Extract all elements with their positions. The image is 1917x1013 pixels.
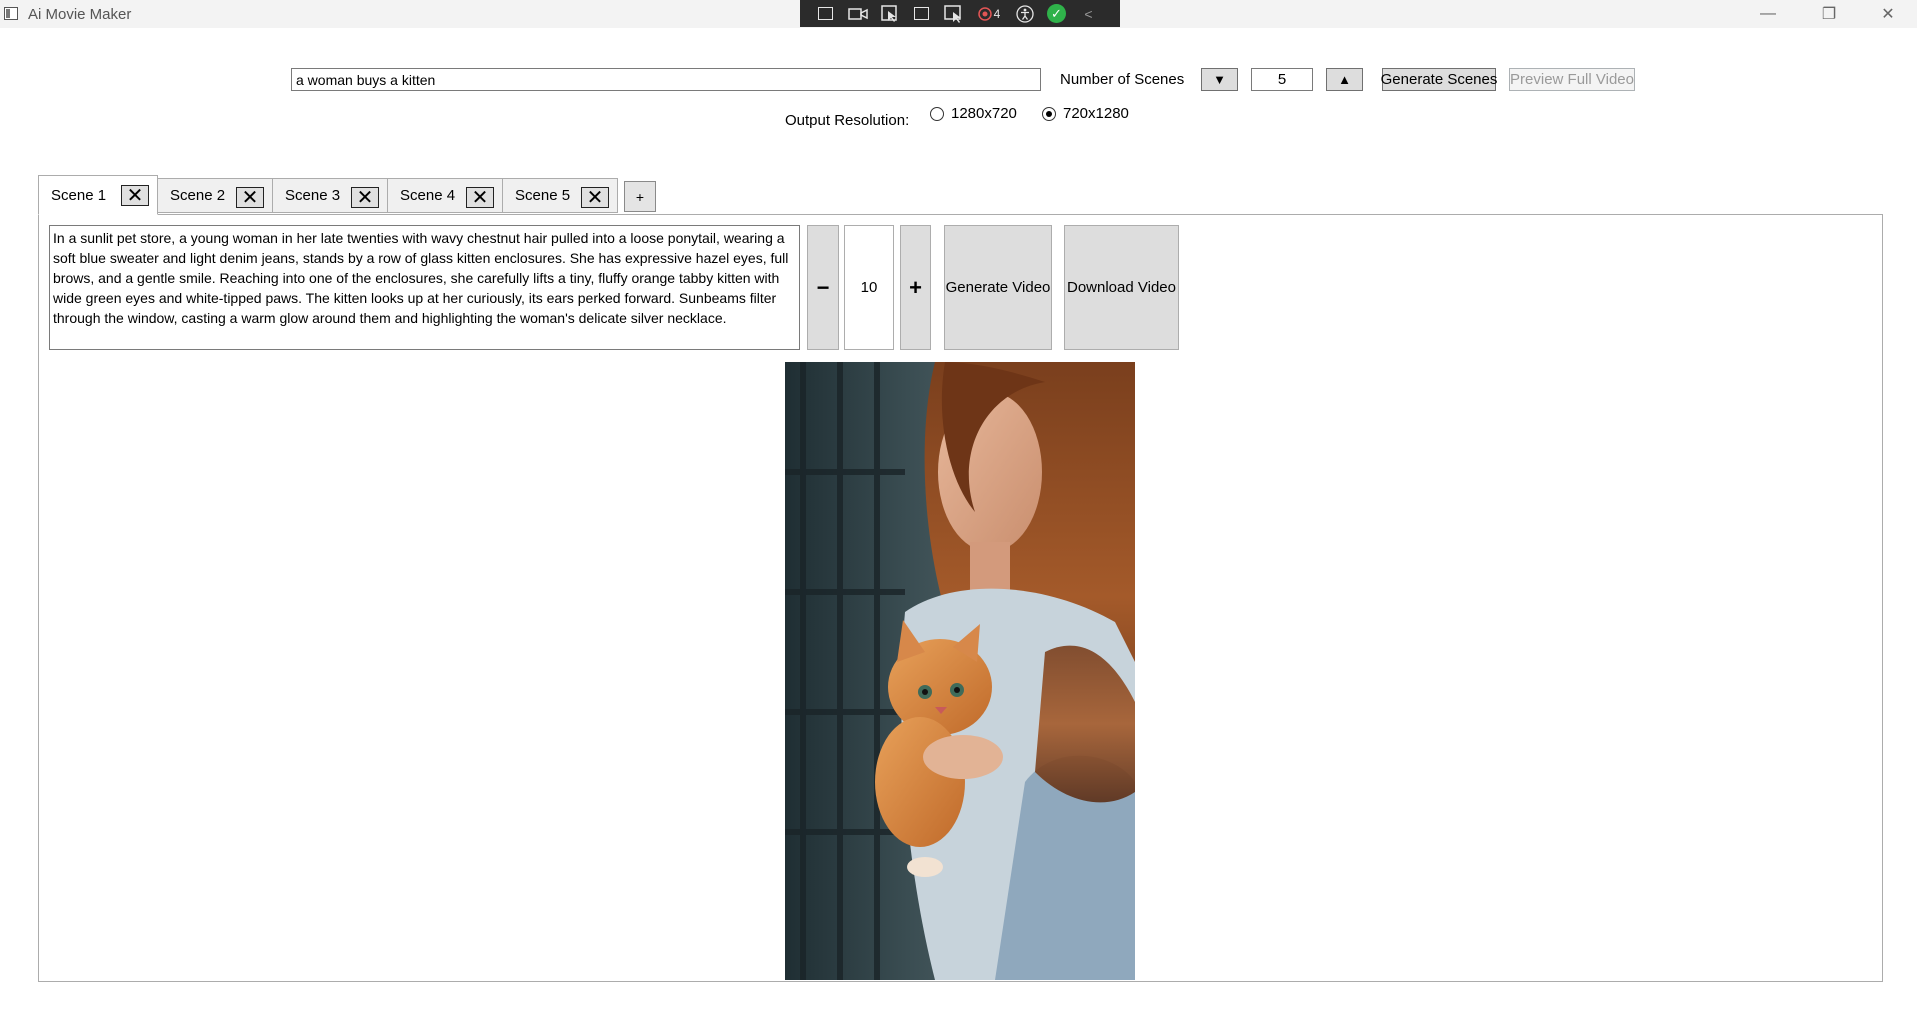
accessibility-icon[interactable] bbox=[1013, 4, 1036, 23]
resolution-option-1280x720[interactable]: 1280x720 bbox=[930, 105, 1017, 122]
tab-label: Scene 2 bbox=[170, 187, 226, 204]
binding-failures-icon[interactable]: 4 bbox=[974, 4, 1004, 23]
duration-decrement-button[interactable]: − bbox=[807, 225, 839, 350]
checkmark-status-icon[interactable]: ✓ bbox=[1045, 4, 1068, 23]
tab-scene-5[interactable]: Scene 5 ✕ bbox=[502, 178, 618, 213]
tab-label: Scene 4 bbox=[400, 187, 456, 204]
output-resolution-label: Output Resolution: bbox=[785, 112, 910, 129]
resolution-option-label: 1280x720 bbox=[951, 105, 1017, 122]
live-visual-tree-icon[interactable] bbox=[814, 4, 837, 23]
tab-label: Scene 1 bbox=[51, 186, 107, 204]
restore-button[interactable]: ❐ bbox=[1800, 0, 1858, 28]
scenes-decrement-button[interactable]: ▼ bbox=[1201, 68, 1238, 91]
scenes-increment-button[interactable]: ▲ bbox=[1326, 68, 1363, 91]
close-tab-icon[interactable]: ✕ bbox=[351, 187, 379, 208]
tab-scene-4[interactable]: Scene 4 ✕ bbox=[387, 178, 503, 213]
tab-scene-1[interactable]: Scene 1 ✕ bbox=[38, 175, 158, 215]
display-layout-adorner-icon[interactable] bbox=[910, 4, 933, 23]
close-tab-icon[interactable]: ✕ bbox=[466, 187, 494, 208]
resolution-option-720x1280[interactable]: 720x1280 bbox=[1042, 105, 1129, 122]
tab-scene-3[interactable]: Scene 3 ✕ bbox=[272, 178, 388, 213]
story-prompt-input[interactable] bbox=[291, 68, 1041, 91]
resolution-option-label: 720x1280 bbox=[1063, 105, 1129, 122]
video-camera-icon[interactable] bbox=[846, 4, 869, 23]
collapse-toolbar-icon[interactable]: < bbox=[1077, 4, 1100, 23]
number-of-scenes-input[interactable] bbox=[1251, 68, 1313, 91]
duration-input[interactable]: 10 bbox=[844, 225, 894, 350]
scene-description-textbox[interactable]: In a sunlit pet store, a young woman in … bbox=[49, 225, 800, 350]
radio-720x1280-selected[interactable] bbox=[1042, 106, 1056, 121]
tab-label: Scene 5 bbox=[515, 187, 571, 204]
number-of-scenes-label: Number of Scenes bbox=[1060, 71, 1185, 88]
track-focus-icon[interactable] bbox=[942, 4, 965, 23]
preview-full-video-button[interactable]: Preview Full Video bbox=[1509, 68, 1635, 91]
close-tab-icon[interactable]: ✕ bbox=[581, 187, 609, 208]
binding-failures-count: 4 bbox=[993, 6, 1001, 21]
duration-increment-button[interactable]: + bbox=[900, 225, 931, 350]
debug-toolbar: 4 ✓ < bbox=[800, 0, 1120, 27]
add-scene-button[interactable]: + bbox=[624, 181, 656, 212]
minimize-button[interactable]: — bbox=[1739, 0, 1797, 28]
title-bar: Ai Movie Maker 4 ✓ < — ❐ ✕ bbox=[0, 0, 1917, 28]
radio-1280x720[interactable] bbox=[930, 106, 944, 121]
scene-preview-image bbox=[785, 362, 1135, 980]
scene-panel: In a sunlit pet store, a young woman in … bbox=[38, 214, 1883, 982]
download-video-button[interactable]: Download Video bbox=[1064, 225, 1179, 350]
tab-scene-2[interactable]: Scene 2 ✕ bbox=[157, 178, 273, 213]
close-window-button[interactable]: ✕ bbox=[1859, 0, 1917, 28]
app-icon bbox=[4, 7, 18, 20]
close-tab-icon[interactable]: ✕ bbox=[121, 185, 149, 206]
generate-scenes-button[interactable]: Generate Scenes bbox=[1381, 68, 1497, 91]
close-tab-icon[interactable]: ✕ bbox=[236, 187, 264, 208]
select-element-icon[interactable] bbox=[878, 4, 901, 23]
window-title: Ai Movie Maker bbox=[28, 6, 132, 23]
tab-label: Scene 3 bbox=[285, 187, 341, 204]
generate-video-button[interactable]: Generate Video bbox=[944, 225, 1052, 350]
